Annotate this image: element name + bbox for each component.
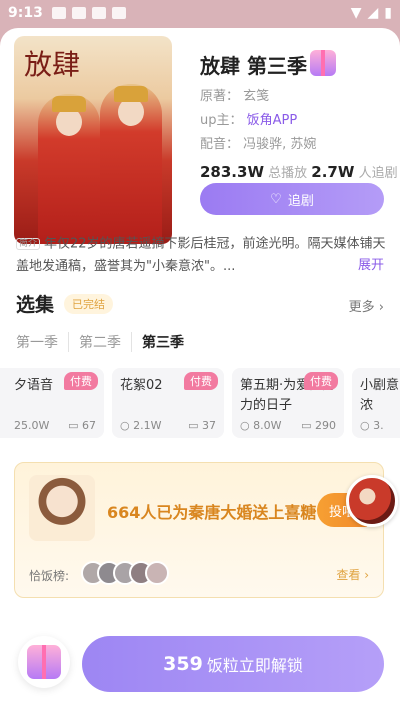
chevron-right-icon: › bbox=[378, 300, 384, 315]
episode-plays: 2.1W bbox=[133, 419, 162, 432]
download-icon bbox=[92, 7, 106, 19]
episode-stats: ○ 8.0W ▭ 290 bbox=[240, 419, 336, 432]
wifi-icon: ▼ bbox=[350, 5, 362, 21]
up-name-link[interactable]: 饭角APP bbox=[247, 113, 298, 128]
episode-card[interactable]: 小剧意浓 ○ 3. bbox=[352, 368, 400, 438]
view-fans-button[interactable]: 查看 › bbox=[336, 566, 369, 583]
paid-badge: 付费 bbox=[64, 372, 98, 390]
cover-title: 放肆 bbox=[24, 48, 81, 81]
original-label: 原著： bbox=[200, 89, 240, 104]
episode-comments-row: ▭ 37 bbox=[188, 419, 216, 432]
tab-season-2[interactable]: 第二季 bbox=[68, 332, 131, 352]
gift-icon bbox=[27, 645, 61, 679]
signal-icon: ◢ bbox=[367, 5, 379, 21]
episode-comments: 67 bbox=[82, 419, 96, 432]
episode-card[interactable]: 第五期·为爱而努力的日子 付费 ○ 8.0W ▭ 290 bbox=[232, 368, 344, 438]
follow-button-label: 追剧 bbox=[287, 193, 314, 209]
episode-plays: 25.0W bbox=[14, 419, 50, 432]
episode-plays: 8.0W bbox=[253, 419, 282, 432]
original-author: 玄笺 bbox=[243, 89, 270, 104]
tab-season-3[interactable]: 第三季 bbox=[131, 332, 194, 352]
view-label: 查看 bbox=[336, 568, 361, 582]
follow-button[interactable]: ♡ 追剧 bbox=[200, 183, 384, 215]
candy-message: 664人已为秦唐大婚送上喜糖 bbox=[107, 503, 317, 522]
chevron-right-icon: › bbox=[364, 568, 369, 582]
unlock-label: 饭粒立即解锁 bbox=[206, 656, 303, 675]
cover-crown bbox=[52, 96, 86, 112]
status-bar: 9:13 ▼ ◢ ▮ bbox=[0, 0, 400, 28]
drama-description[interactable]: 简介 年仅22岁的唐若遥摘下影后桂冠，前途光明。隔天媒体铺天盖地发通稿，盛誉其为"… bbox=[16, 233, 386, 278]
comment-icon: ▭ bbox=[301, 419, 315, 432]
episode-list: 夕语音 付费 25.0W ▭ 67 花絮02 付费 ○ 2.1W ▭ 37 第五… bbox=[0, 368, 400, 442]
up-row: up主： 饭角APP bbox=[200, 109, 297, 128]
voice-label: 配音： bbox=[200, 137, 240, 152]
episode-comments-row: ▭ 67 bbox=[68, 419, 96, 432]
episode-stats: ○ 3. bbox=[360, 419, 400, 432]
unlock-button[interactable]: 359 饭粒立即解锁 bbox=[82, 636, 384, 692]
drama-title: 放肆 第三季 bbox=[200, 54, 307, 78]
cover-figure-head bbox=[118, 98, 144, 126]
cover-figure-head bbox=[56, 108, 82, 136]
play-icon: ○ bbox=[240, 419, 254, 432]
notification-icon bbox=[72, 7, 86, 19]
cover-crown bbox=[114, 86, 148, 102]
paid-badge: 付费 bbox=[184, 372, 218, 390]
status-notification-icons bbox=[52, 7, 126, 19]
up-label: up主： bbox=[200, 113, 243, 128]
episode-stats: 25.0W ▭ 67 bbox=[14, 419, 96, 432]
battery-icon: ▮ bbox=[384, 5, 392, 21]
play-icon: ○ bbox=[360, 419, 374, 432]
heart-icon: ♡ bbox=[270, 191, 282, 207]
play-label: 总播放 bbox=[268, 166, 308, 181]
paid-badge: 付费 bbox=[304, 372, 338, 390]
more-label: 更多 bbox=[348, 300, 375, 315]
intro-tag: 简介 bbox=[16, 238, 41, 250]
expand-button[interactable]: 展开 bbox=[353, 254, 384, 273]
notification-icon bbox=[52, 7, 66, 19]
episode-plays: 3. bbox=[373, 419, 384, 432]
episode-comments-row: ▭ 290 bbox=[301, 419, 336, 432]
episodes-title: 选集 bbox=[16, 294, 55, 316]
comment-icon: ▭ bbox=[188, 419, 202, 432]
fans-rank-label: 恰饭榜: bbox=[29, 569, 70, 583]
episode-comments: 290 bbox=[315, 419, 336, 432]
episode-stats: ○ 2.1W ▭ 37 bbox=[120, 419, 216, 432]
follow-count: 2.7W bbox=[311, 163, 355, 181]
gift-icon[interactable] bbox=[310, 50, 336, 76]
status-right-icons: ▼ ◢ ▮ bbox=[351, 5, 392, 21]
drama-stats: 283.3W 总播放 2.7W 人追剧 bbox=[200, 162, 398, 181]
gift-button[interactable] bbox=[18, 636, 70, 688]
drama-cover[interactable]: 放肆 bbox=[14, 36, 172, 244]
chibi-avatar bbox=[29, 475, 95, 541]
original-author-row: 原著： 玄笺 bbox=[200, 85, 269, 104]
unlock-price: 359 bbox=[163, 653, 203, 675]
wedding-candy-card: 664人已为秦唐大婚送上喜糖 投喂 恰饭榜: 查看 › bbox=[14, 462, 384, 598]
episode-plays-row: ○ 8.0W bbox=[240, 419, 281, 432]
fan-avatar bbox=[145, 561, 169, 585]
follow-label: 人追剧 bbox=[358, 166, 398, 181]
season-tabs: 第一季 第二季 第三季 bbox=[16, 332, 194, 352]
voice-actors: 冯骏骅, 苏婉 bbox=[243, 137, 317, 152]
voice-row: 配音： 冯骏骅, 苏婉 bbox=[200, 133, 316, 152]
episode-plays-row: ○ 2.1W bbox=[120, 419, 161, 432]
fans-avatar-list[interactable] bbox=[81, 561, 169, 585]
status-time: 9:13 bbox=[8, 5, 43, 21]
episode-card[interactable]: 夕语音 付费 25.0W ▭ 67 bbox=[0, 368, 104, 438]
episode-plays-row: ○ 3. bbox=[360, 419, 384, 432]
notification-icon bbox=[112, 7, 126, 19]
floating-player-avatar[interactable] bbox=[346, 475, 398, 527]
description-text: 年仅22岁的唐若遥摘下影后桂冠，前途光明。隔天媒体铺天盖地发通稿，盛誉其为"小秦… bbox=[16, 236, 386, 274]
episode-card[interactable]: 花絮02 付费 ○ 2.1W ▭ 37 bbox=[112, 368, 224, 438]
episode-comments: 37 bbox=[202, 419, 216, 432]
comment-icon: ▭ bbox=[68, 419, 82, 432]
more-button[interactable]: 更多 › bbox=[349, 296, 384, 315]
drama-detail-sheet: 放肆 放肆 第三季 原著： 玄笺 up主： 饭角APP 配音： 冯骏骅, 苏婉 … bbox=[0, 28, 400, 710]
episode-title: 小剧意浓 bbox=[360, 378, 400, 413]
play-count: 283.3W bbox=[200, 163, 264, 181]
play-icon: ○ bbox=[120, 419, 134, 432]
completed-badge: 已完结 bbox=[64, 294, 113, 314]
tab-season-1[interactable]: 第一季 bbox=[16, 332, 68, 352]
